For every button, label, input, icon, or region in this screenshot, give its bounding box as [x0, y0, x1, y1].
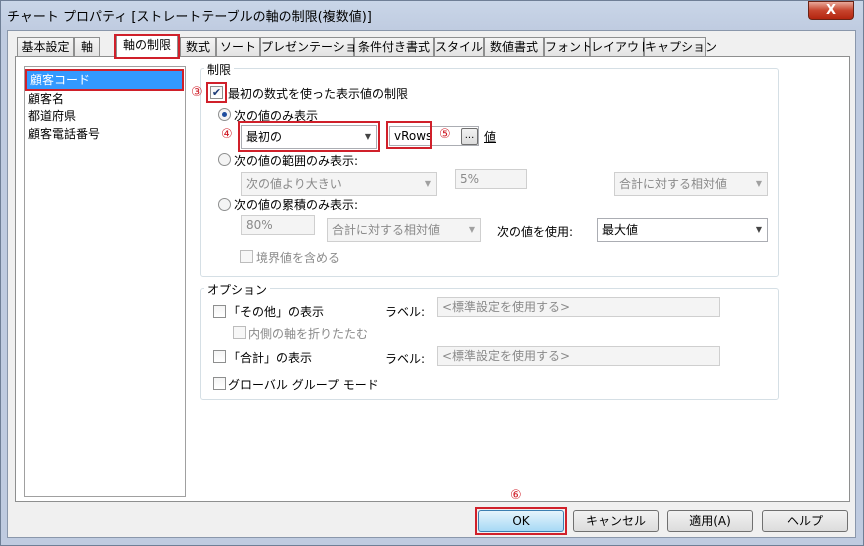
- limits-group-label: 制限: [204, 61, 235, 78]
- title-bar: チャート プロパティ [ストレートテーブルの軸の制限(複数値)] X: [0, 0, 862, 30]
- range-relative-select[interactable]: 合計に対する相対値 ▼: [614, 172, 768, 196]
- include-boundary-label: 境界値を含める: [256, 251, 341, 265]
- apply-button[interactable]: 適用(A): [667, 510, 753, 532]
- total-label-placeholder: <標準設定を使用する>: [442, 349, 571, 363]
- range-percent-input[interactable]: 5%: [455, 169, 527, 189]
- chevron-down-icon: ▼: [755, 179, 762, 188]
- others-label-placeholder: <標準設定を使用する>: [442, 300, 571, 314]
- others-label-input[interactable]: <標準設定を使用する>: [437, 297, 720, 317]
- use-value-label: 次の値を使用:: [497, 225, 574, 239]
- accumulate-relative-value: 合計に対する相対値: [332, 223, 441, 237]
- tab-number-format[interactable]: 数値書式: [484, 37, 544, 56]
- range-percent-value: 5%: [460, 172, 480, 186]
- accumulate-relative-select[interactable]: 合計に対する相対値 ▼: [327, 218, 481, 242]
- accumulate-percent-input[interactable]: 80%: [241, 215, 315, 235]
- use-value-value: 最大値: [602, 223, 639, 237]
- close-button[interactable]: X: [808, 1, 854, 20]
- include-boundary-checkbox[interactable]: [240, 250, 253, 263]
- accumulate-percent-value: 80%: [246, 218, 273, 232]
- tab-conditional-format[interactable]: 条件付き書式: [354, 37, 434, 56]
- options-group-label: オプション: [204, 281, 271, 298]
- global-group-checkbox[interactable]: [213, 377, 226, 390]
- show-others-label: 「その他」の表示: [228, 305, 325, 319]
- cancel-button[interactable]: キャンセル: [573, 510, 659, 532]
- chevron-down-icon: ▼: [424, 179, 431, 188]
- global-group-label: グローバル グループ モード: [228, 378, 379, 392]
- list-item-highlight: [25, 69, 184, 91]
- expression-editor-button[interactable]: ...: [461, 128, 478, 145]
- help-button[interactable]: ヘルプ: [762, 510, 848, 532]
- annotation-5: ⑤: [439, 127, 451, 142]
- total-label-input[interactable]: <標準設定を使用する>: [437, 346, 720, 366]
- annotation-6: ⑥: [510, 488, 522, 503]
- accumulate-label: 次の値の累積のみ表示:: [234, 198, 359, 212]
- first-last-highlight: [238, 121, 380, 152]
- tab-presentation[interactable]: プレゼンテーション: [260, 37, 369, 56]
- accumulate-radio[interactable]: [218, 198, 231, 211]
- others-label-caption: ラベル:: [385, 305, 426, 319]
- restrict-checkbox-highlight: [206, 82, 227, 103]
- tab-highlight: [114, 34, 180, 59]
- use-value-select[interactable]: 最大値 ▼: [597, 218, 768, 242]
- tab-dimensions[interactable]: 軸: [74, 37, 100, 56]
- count-expression-highlight: [386, 121, 432, 149]
- restrict-label: 最初の数式を使った表示値の制限: [228, 87, 409, 101]
- show-only-radio[interactable]: [218, 108, 231, 121]
- list-item-phone[interactable]: 顧客電話番号: [28, 125, 100, 143]
- values-suffix: 値: [484, 130, 497, 144]
- collapse-inner-checkbox[interactable]: [233, 326, 246, 339]
- tab-general[interactable]: 基本設定: [17, 37, 74, 56]
- range-relative-value: 合計に対する相対値: [619, 177, 728, 191]
- collapse-inner-label: 内側の軸を折りたたむ: [248, 327, 369, 341]
- tab-layout[interactable]: レイアウト: [590, 37, 651, 56]
- ok-button-highlight: [475, 507, 567, 535]
- tab-font[interactable]: フォント: [544, 37, 593, 56]
- range-comparison-value: 次の値より大きい: [246, 177, 342, 191]
- window-title: チャート プロパティ [ストレートテーブルの軸の制限(複数値)]: [7, 10, 372, 25]
- range-label: 次の値の範囲のみ表示:: [234, 154, 359, 168]
- chevron-down-icon: ▼: [468, 225, 475, 234]
- annotation-4: ④: [221, 127, 233, 142]
- annotation-3: ③: [191, 85, 203, 100]
- chevron-down-icon: ▼: [755, 225, 762, 234]
- show-others-checkbox[interactable]: [213, 305, 226, 318]
- show-total-label: 「合計」の表示: [228, 351, 313, 365]
- total-label-caption: ラベル:: [385, 352, 426, 366]
- tab-caption[interactable]: キャプション: [644, 37, 717, 56]
- range-radio[interactable]: [218, 153, 231, 166]
- tab-sort[interactable]: ソート: [216, 37, 260, 56]
- list-item-prefecture[interactable]: 都道府県: [28, 107, 76, 125]
- range-comparison-select[interactable]: 次の値より大きい ▼: [241, 172, 437, 196]
- tab-expressions[interactable]: 数式: [180, 37, 216, 56]
- show-total-checkbox[interactable]: [213, 350, 226, 363]
- list-item-customer-name[interactable]: 顧客名: [28, 90, 64, 108]
- tab-style[interactable]: スタイル: [434, 37, 484, 56]
